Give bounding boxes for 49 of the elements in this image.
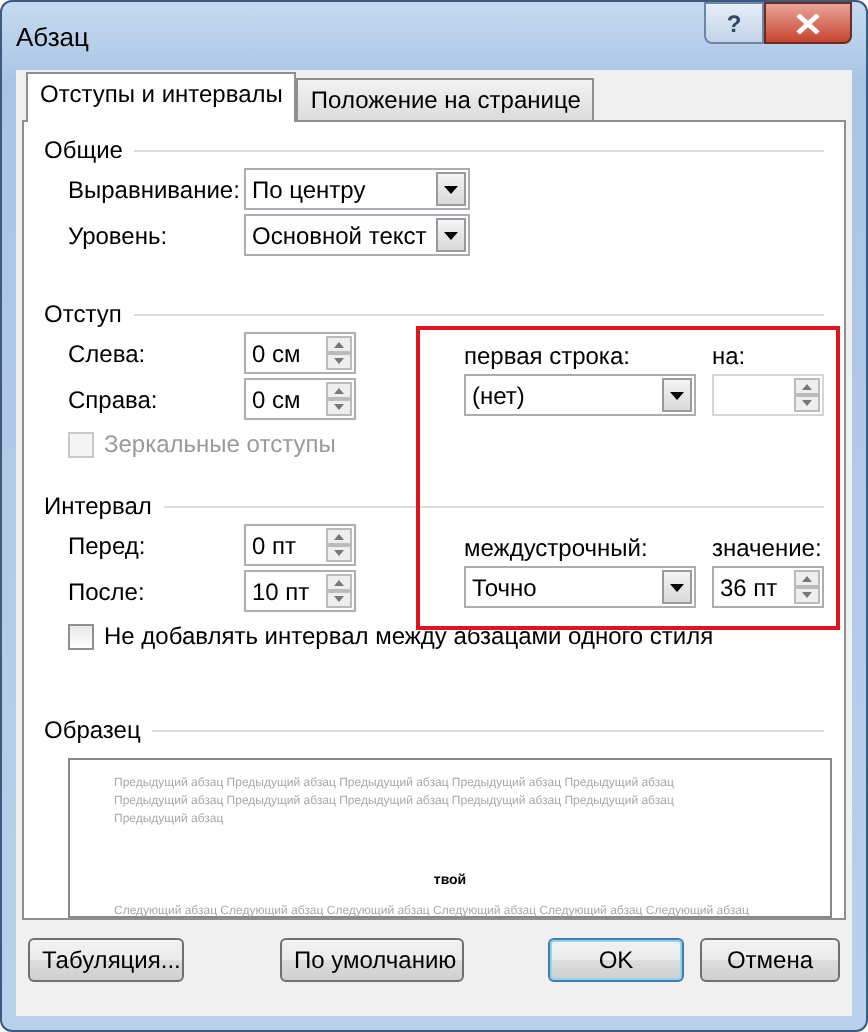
field-label: значение: [712, 534, 822, 562]
section-title: Образец [44, 716, 141, 744]
dropdown-button[interactable] [662, 378, 692, 412]
dropdown-button[interactable] [436, 218, 466, 252]
dialog-button[interactable]: По умолчанию [280, 938, 464, 982]
spin-field[interactable]: 10 пт [244, 570, 356, 612]
field-label: Уровень: [68, 221, 170, 249]
section-title: Общие [44, 136, 123, 164]
spin-field[interactable]: 0 см [244, 332, 356, 374]
section-title: Интервал [44, 492, 152, 520]
spin-field[interactable]: 0 см [244, 378, 356, 420]
dropdown-button[interactable] [436, 172, 466, 206]
spin-buttons[interactable] [326, 336, 352, 370]
checkbox[interactable] [68, 623, 94, 649]
dialog-button[interactable]: Табуляция... [28, 938, 184, 982]
field-label: Перед: [68, 531, 148, 559]
spin-field[interactable]: 0 пт [244, 524, 356, 566]
section-title: Отступ [44, 300, 122, 328]
dropdown[interactable]: Основной текст [244, 214, 470, 256]
spin-buttons[interactable] [326, 528, 352, 562]
spin-buttons[interactable] [326, 382, 352, 416]
spin-buttons[interactable] [326, 574, 352, 608]
field-label: После: [68, 577, 147, 605]
field-label: первая строка: [464, 342, 632, 370]
tab[interactable]: Отступы и интервалы [26, 72, 297, 122]
caret-icon [444, 231, 458, 239]
field-label: Слева: [68, 339, 148, 367]
spin-field[interactable]: 36 пт [712, 566, 824, 608]
field-label: Справа: [68, 385, 160, 413]
dropdown[interactable]: Точно [464, 566, 696, 608]
dropdown-button[interactable] [662, 570, 692, 604]
checkbox-label: Не добавлять интервал между абзацами одного стиля [104, 622, 714, 650]
close-button[interactable] [764, 2, 852, 44]
dropdown[interactable]: По центру [244, 168, 470, 210]
caret-icon [670, 583, 684, 591]
spin-buttons[interactable] [794, 570, 820, 604]
dialog-button[interactable]: OK [548, 938, 684, 982]
field-label: Выравнивание: [68, 175, 242, 203]
dialog-button[interactable]: Отмена [700, 938, 840, 982]
caret-icon [670, 391, 684, 399]
tab[interactable]: Положение на странице [296, 78, 595, 120]
caret-icon [444, 185, 458, 193]
checkbox-label: Зеркальные отступы [104, 430, 336, 458]
close-icon [796, 13, 820, 33]
field-label: на: [712, 342, 746, 370]
dropdown[interactable]: (нет) [464, 374, 696, 416]
help-button[interactable]: ? [704, 2, 764, 44]
window-title: Абзац [16, 22, 89, 52]
field-label: междустрочный: [464, 534, 650, 562]
